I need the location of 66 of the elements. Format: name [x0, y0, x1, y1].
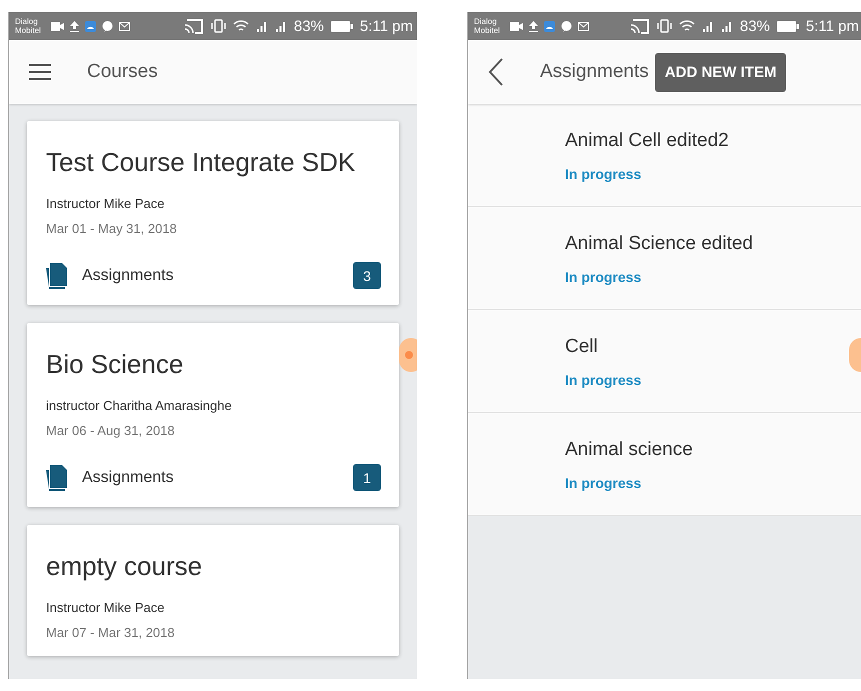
course-card[interactable]: Test Course Integrate SDK Instructor Mike Pace Mar 01 - May 31, 2018 Assignments 3 — [27, 121, 399, 305]
count-badge: 3 — [353, 262, 381, 289]
course-title: Test Course Integrate SDK — [46, 147, 356, 178]
app-icon — [544, 20, 555, 32]
assignment-title: Cell — [565, 336, 598, 358]
app-icon — [84, 20, 96, 32]
course-card[interactable]: Bio Science instructor Charitha Amarasinghe Mar 06 - Aug 31, 2018 Assignments 1 — [27, 323, 399, 507]
carrier-name: Dialog — [474, 17, 498, 26]
wifi-icon — [232, 20, 249, 32]
add-new-item-button[interactable]: ADD NEW ITEM — [654, 52, 786, 92]
carrier-name: Mobitel — [474, 26, 500, 35]
battery-percent: 83% — [294, 18, 324, 34]
document-icon — [46, 262, 68, 288]
document-icon — [46, 464, 68, 490]
video-camera-icon — [50, 22, 64, 30]
assignment-row[interactable]: Cell In progress — [468, 310, 861, 413]
vibrate-icon — [210, 19, 226, 33]
screen-title: Courses — [87, 61, 158, 83]
clock-time: 5:11 pm — [360, 18, 413, 34]
video-camera-icon — [510, 22, 523, 30]
signal-icon — [274, 20, 287, 32]
status-label: In progress — [565, 372, 642, 388]
carrier-name: Mobitel — [15, 26, 41, 35]
carrier-name: Dialog — [15, 17, 39, 26]
battery-icon — [330, 20, 353, 32]
menu-icon[interactable] — [29, 64, 51, 80]
upload-icon — [70, 20, 79, 32]
screen-title: Assignments — [540, 61, 649, 83]
messenger-icon — [102, 20, 113, 32]
assignments-link[interactable]: Assignments — [82, 468, 174, 486]
messenger-icon — [560, 20, 572, 32]
battery-percent: 83% — [740, 18, 770, 34]
assignment-row[interactable]: Animal Cell edited2 In progress — [468, 104, 861, 207]
signal-icon — [702, 20, 714, 32]
cast-icon — [630, 18, 650, 34]
course-dates: Mar 06 - Aug 31, 2018 — [46, 423, 176, 438]
assignment-row[interactable]: Animal Science edited In progress — [468, 207, 861, 310]
signal-icon — [720, 20, 733, 32]
mail-icon — [118, 22, 130, 30]
course-title: empty course — [46, 551, 204, 582]
count-badge: 1 — [353, 464, 381, 491]
wifi-icon — [678, 20, 695, 32]
mail-icon — [578, 22, 589, 30]
instructor-name: instructor Charitha Amarasinghe — [46, 398, 233, 413]
course-dates: Mar 07 - Mar 31, 2018 — [46, 625, 176, 640]
assignment-title: Animal science — [565, 439, 693, 461]
instructor-name: Instructor Mike Pace — [46, 196, 166, 211]
back-icon[interactable] — [488, 58, 504, 86]
assignments-link[interactable]: Assignments — [82, 266, 174, 284]
vibrate-icon — [656, 19, 672, 33]
cast-icon — [184, 18, 204, 34]
assignment-title: Animal Cell edited2 — [565, 130, 729, 152]
assignment-row[interactable]: Animal science In progress — [468, 413, 861, 516]
battery-icon — [776, 20, 799, 32]
clock-time: 5:11 pm — [806, 18, 859, 34]
course-dates: Mar 01 - May 31, 2018 — [46, 221, 178, 236]
status-label: In progress — [565, 269, 642, 285]
assignment-title: Animal Science edited — [565, 233, 753, 255]
status-label: In progress — [565, 475, 642, 491]
upload-icon — [528, 20, 538, 32]
course-card[interactable]: empty course Instructor Mike Pace Mar 07 - Mar 31, 2018 — [27, 525, 399, 656]
instructor-name: Instructor Mike Pace — [46, 600, 166, 615]
status-label: In progress — [565, 166, 642, 182]
course-title: Bio Science — [46, 349, 184, 380]
signal-icon — [256, 20, 268, 32]
touch-indicator — [399, 338, 417, 372]
